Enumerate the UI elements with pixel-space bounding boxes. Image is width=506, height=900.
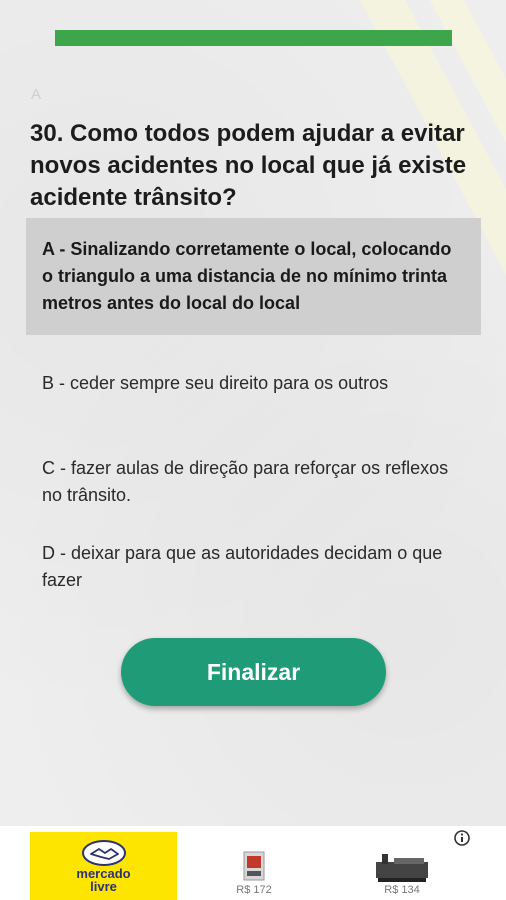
product-machine-icon xyxy=(376,854,428,882)
option-a-label: A - Sinalizando corretamente o local, co… xyxy=(42,239,452,313)
mercado-livre-ad[interactable]: mercado livre xyxy=(30,832,177,900)
hint-letter: A xyxy=(31,86,42,103)
product-box-icon xyxy=(243,851,265,881)
option-b-label: B - ceder sempre seu direito para os out… xyxy=(42,373,389,393)
ad-item-1-price: R$ 172 xyxy=(236,884,272,896)
option-c[interactable]: C - fazer aulas de direção para reforçar… xyxy=(26,455,481,509)
handshake-icon xyxy=(81,840,126,866)
finalize-button[interactable]: Finalizar xyxy=(121,638,386,706)
ad-brand-line2: livre xyxy=(90,879,117,894)
ad-item-1[interactable]: R$ 172 xyxy=(180,834,328,900)
info-icon[interactable] xyxy=(454,830,470,846)
option-b[interactable]: B - ceder sempre seu direito para os out… xyxy=(26,370,481,397)
option-d-label: D - deixar para que as autoridades decid… xyxy=(42,543,443,590)
progress-bar xyxy=(55,30,452,46)
ad-item-2-price: R$ 134 xyxy=(384,884,420,896)
question-text: 30. Como todos podem ajudar a evitar nov… xyxy=(30,120,467,211)
option-a[interactable]: A - Sinalizando corretamente o local, co… xyxy=(26,218,481,335)
option-c-label: C - fazer aulas de direção para reforçar… xyxy=(42,458,449,505)
option-d[interactable]: D - deixar para que as autoridades decid… xyxy=(26,540,481,594)
